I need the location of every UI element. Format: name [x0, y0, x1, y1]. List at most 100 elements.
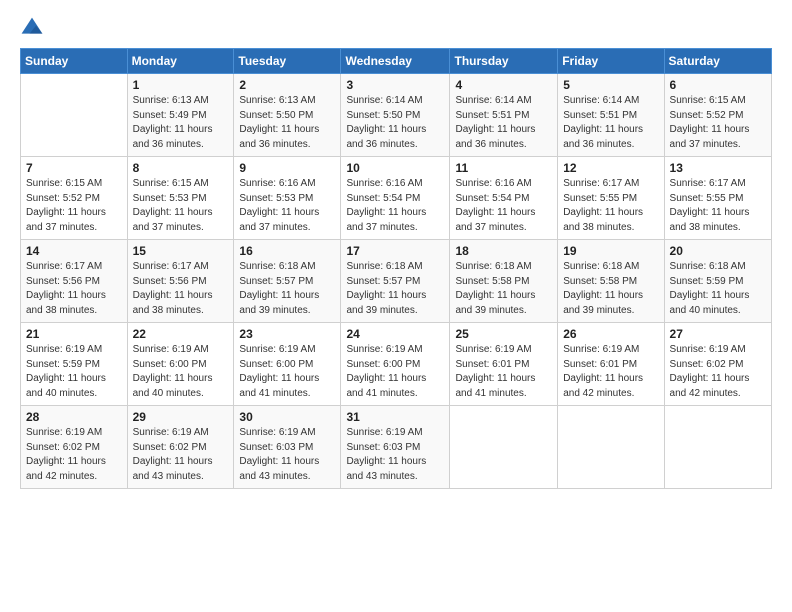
day-info: Sunrise: 6:13 AM Sunset: 5:49 PM Dayligh… [133, 94, 229, 152]
day-number: 29 [133, 410, 229, 424]
day-info: Sunrise: 6:14 AM Sunset: 5:51 PM Dayligh… [563, 94, 658, 152]
calendar-cell [21, 74, 128, 157]
calendar-cell: 25Sunrise: 6:19 AM Sunset: 6:01 PM Dayli… [450, 323, 558, 406]
calendar-cell: 29 Sunrise: 6:19 AM Sunset: 6:02 PM Dayli… [127, 406, 234, 489]
day-number: 19 [563, 244, 658, 258]
day-info: Sunrise: 6:19 AM Sunset: 6:01 PM Dayligh… [563, 343, 658, 401]
calendar-cell: 28 Sunrise: 6:19 AM Sunset: 6:02 PM Dayli… [21, 406, 128, 489]
calendar-cell: 27 Sunrise: 6:19 AM Sunset: 6:02 PM Dayli… [664, 323, 771, 406]
calendar-cell: 3 Sunrise: 6:14 AM Sunset: 5:50 PM Daylig… [341, 74, 450, 157]
calendar-cell [450, 406, 558, 489]
calendar-cell: 26 Sunrise: 6:19 AM Sunset: 6:01 PM Dayli… [558, 323, 664, 406]
day-number: 10 [346, 161, 444, 175]
calendar-cell: 11Sunrise: 6:16 AM Sunset: 5:54 PM Dayli… [450, 157, 558, 240]
day-number: 30 [239, 410, 335, 424]
week-row-1: 7Sunrise: 6:15 AM Sunset: 5:52 PM Daylig… [21, 157, 772, 240]
day-number: 27 [670, 327, 766, 341]
calendar-cell: 23 Sunrise: 6:19 AM Sunset: 6:00 PM Dayli… [234, 323, 341, 406]
day-info: Sunrise: 6:18 AM Sunset: 5:57 PM Dayligh… [346, 260, 444, 318]
day-number: 13 [670, 161, 766, 175]
day-info: Sunrise: 6:19 AM Sunset: 6:01 PM Dayligh… [455, 343, 552, 401]
day-number: 20 [670, 244, 766, 258]
header [20, 16, 772, 40]
calendar-cell: 15 Sunrise: 6:17 AM Sunset: 5:56 PM Dayli… [127, 240, 234, 323]
week-row-4: 28 Sunrise: 6:19 AM Sunset: 6:02 PM Dayli… [21, 406, 772, 489]
day-info: Sunrise: 6:13 AM Sunset: 5:50 PM Dayligh… [239, 94, 335, 152]
calendar-cell: 14 Sunrise: 6:17 AM Sunset: 5:56 PM Dayli… [21, 240, 128, 323]
day-number: 3 [346, 78, 444, 92]
calendar-cell: 18 Sunrise: 6:18 AM Sunset: 5:58 PM Dayli… [450, 240, 558, 323]
day-number: 14 [26, 244, 122, 258]
day-info: Sunrise: 6:15 AM Sunset: 5:52 PM Dayligh… [670, 94, 766, 152]
calendar-cell: 2 Sunrise: 6:13 AM Sunset: 5:50 PM Daylig… [234, 74, 341, 157]
day-info: Sunrise: 6:18 AM Sunset: 5:58 PM Dayligh… [563, 260, 658, 318]
day-number: 23 [239, 327, 335, 341]
calendar-cell: 13 Sunrise: 6:17 AM Sunset: 5:55 PM Dayli… [664, 157, 771, 240]
week-row-3: 21 Sunrise: 6:19 AM Sunset: 5:59 PM Dayli… [21, 323, 772, 406]
column-header-thursday: Thursday [450, 49, 558, 74]
day-info: Sunrise: 6:19 AM Sunset: 6:03 PM Dayligh… [239, 426, 335, 484]
day-number: 22 [133, 327, 229, 341]
day-info: Sunrise: 6:17 AM Sunset: 5:56 PM Dayligh… [26, 260, 122, 318]
day-number: 4 [455, 78, 552, 92]
column-header-saturday: Saturday [664, 49, 771, 74]
day-info: Sunrise: 6:16 AM Sunset: 5:54 PM Dayligh… [455, 177, 552, 235]
column-header-tuesday: Tuesday [234, 49, 341, 74]
calendar-cell: 21 Sunrise: 6:19 AM Sunset: 5:59 PM Dayli… [21, 323, 128, 406]
day-info: Sunrise: 6:19 AM Sunset: 6:03 PM Dayligh… [346, 426, 444, 484]
calendar-cell: 22 Sunrise: 6:19 AM Sunset: 6:00 PM Dayli… [127, 323, 234, 406]
day-info: Sunrise: 6:18 AM Sunset: 5:59 PM Dayligh… [670, 260, 766, 318]
column-header-sunday: Sunday [21, 49, 128, 74]
day-info: Sunrise: 6:14 AM Sunset: 5:51 PM Dayligh… [455, 94, 552, 152]
day-number: 24 [346, 327, 444, 341]
day-number: 5 [563, 78, 658, 92]
day-number: 16 [239, 244, 335, 258]
day-info: Sunrise: 6:19 AM Sunset: 6:02 PM Dayligh… [133, 426, 229, 484]
calendar-cell: 20 Sunrise: 6:18 AM Sunset: 5:59 PM Dayli… [664, 240, 771, 323]
day-info: Sunrise: 6:17 AM Sunset: 5:55 PM Dayligh… [670, 177, 766, 235]
calendar-cell: 9 Sunrise: 6:16 AM Sunset: 5:53 PM Daylig… [234, 157, 341, 240]
day-info: Sunrise: 6:19 AM Sunset: 6:00 PM Dayligh… [346, 343, 444, 401]
calendar-cell: 10Sunrise: 6:16 AM Sunset: 5:54 PM Dayli… [341, 157, 450, 240]
day-info: Sunrise: 6:18 AM Sunset: 5:58 PM Dayligh… [455, 260, 552, 318]
calendar-cell: 6 Sunrise: 6:15 AM Sunset: 5:52 PM Daylig… [664, 74, 771, 157]
day-info: Sunrise: 6:16 AM Sunset: 5:53 PM Dayligh… [239, 177, 335, 235]
day-number: 1 [133, 78, 229, 92]
day-info: Sunrise: 6:19 AM Sunset: 6:02 PM Dayligh… [670, 343, 766, 401]
day-number: 18 [455, 244, 552, 258]
week-row-2: 14 Sunrise: 6:17 AM Sunset: 5:56 PM Dayli… [21, 240, 772, 323]
calendar-cell [664, 406, 771, 489]
calendar-cell [558, 406, 664, 489]
calendar-cell: 1 Sunrise: 6:13 AM Sunset: 5:49 PM Daylig… [127, 74, 234, 157]
calendar-cell: 8 Sunrise: 6:15 AM Sunset: 5:53 PM Daylig… [127, 157, 234, 240]
day-number: 8 [133, 161, 229, 175]
day-info: Sunrise: 6:19 AM Sunset: 5:59 PM Dayligh… [26, 343, 122, 401]
logo-icon [20, 16, 44, 40]
day-number: 26 [563, 327, 658, 341]
calendar-cell: 5 Sunrise: 6:14 AM Sunset: 5:51 PM Daylig… [558, 74, 664, 157]
day-info: Sunrise: 6:15 AM Sunset: 5:52 PM Dayligh… [26, 177, 122, 235]
day-info: Sunrise: 6:18 AM Sunset: 5:57 PM Dayligh… [239, 260, 335, 318]
day-number: 6 [670, 78, 766, 92]
day-info: Sunrise: 6:17 AM Sunset: 5:56 PM Dayligh… [133, 260, 229, 318]
day-number: 28 [26, 410, 122, 424]
calendar-body: 1 Sunrise: 6:13 AM Sunset: 5:49 PM Daylig… [21, 74, 772, 489]
calendar-header: SundayMondayTuesdayWednesdayThursdayFrid… [21, 49, 772, 74]
day-number: 21 [26, 327, 122, 341]
calendar-table: SundayMondayTuesdayWednesdayThursdayFrid… [20, 48, 772, 489]
day-info: Sunrise: 6:14 AM Sunset: 5:50 PM Dayligh… [346, 94, 444, 152]
header-row: SundayMondayTuesdayWednesdayThursdayFrid… [21, 49, 772, 74]
day-number: 15 [133, 244, 229, 258]
day-info: Sunrise: 6:19 AM Sunset: 6:00 PM Dayligh… [133, 343, 229, 401]
day-number: 9 [239, 161, 335, 175]
day-number: 31 [346, 410, 444, 424]
day-info: Sunrise: 6:15 AM Sunset: 5:53 PM Dayligh… [133, 177, 229, 235]
page: SundayMondayTuesdayWednesdayThursdayFrid… [0, 0, 792, 499]
calendar-cell: 16 Sunrise: 6:18 AM Sunset: 5:57 PM Dayli… [234, 240, 341, 323]
day-number: 2 [239, 78, 335, 92]
day-info: Sunrise: 6:19 AM Sunset: 6:00 PM Dayligh… [239, 343, 335, 401]
column-header-monday: Monday [127, 49, 234, 74]
calendar-cell: 19 Sunrise: 6:18 AM Sunset: 5:58 PM Dayli… [558, 240, 664, 323]
logo [20, 16, 48, 40]
day-info: Sunrise: 6:19 AM Sunset: 6:02 PM Dayligh… [26, 426, 122, 484]
